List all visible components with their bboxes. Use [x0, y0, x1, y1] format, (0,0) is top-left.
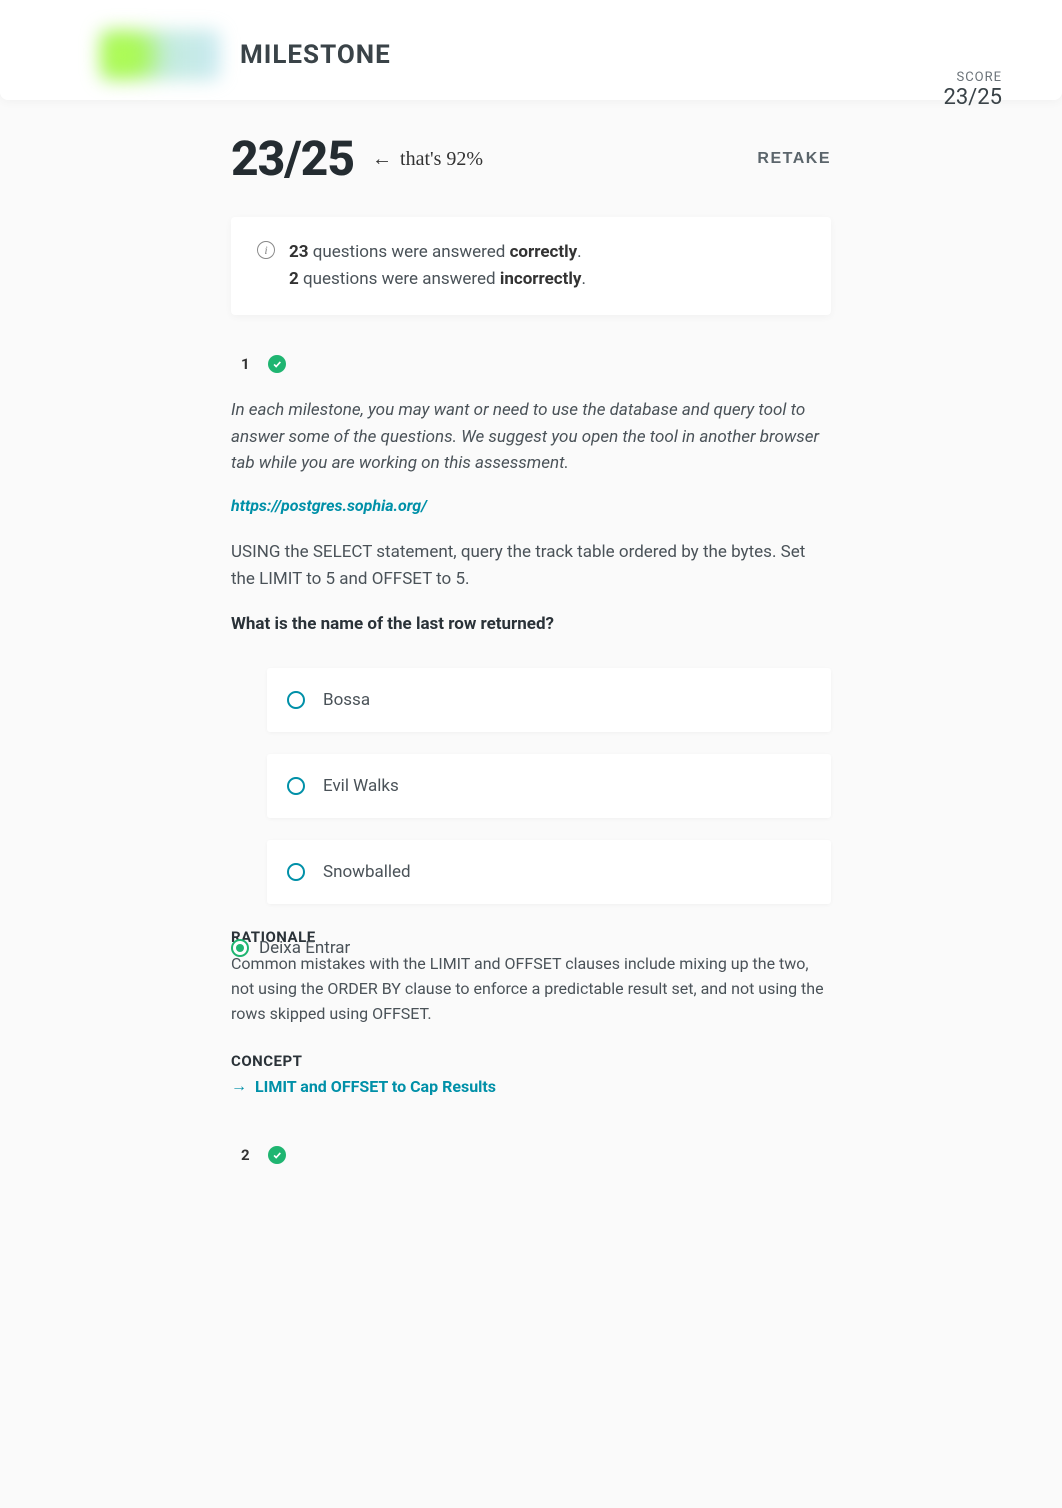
concept-link[interactable]: → LIMIT and OFFSET to Cap Results — [231, 1076, 831, 1096]
answer-label: Bossa — [323, 690, 370, 710]
answer-option-evil-walks[interactable]: Evil Walks — [267, 754, 831, 818]
question-2-header: 2 — [231, 1146, 831, 1164]
score-value: 23/25 — [943, 85, 1002, 110]
correct-badge-icon — [268, 355, 286, 373]
answer-label: Evil Walks — [323, 776, 399, 796]
rationale-section: RATIONALE Deixa Entrar Common mistakes w… — [231, 928, 831, 1026]
logo-blur — [100, 30, 220, 80]
correct-answer-overlay: Deixa Entrar — [231, 938, 350, 958]
big-score: 23/25 — [231, 130, 354, 187]
score-block: SCORE 23/25 — [943, 70, 1002, 110]
thats-text: that's 92% — [400, 148, 483, 170]
rationale-text: Common mistakes with the LIMIT and OFFSE… — [231, 952, 831, 1026]
correct-badge-icon — [268, 1146, 286, 1164]
score-label: SCORE — [943, 70, 1002, 85]
correct-count: 23 — [289, 242, 309, 262]
concept-section: CONCEPT → LIMIT and OFFSET to Cap Result… — [231, 1052, 831, 1096]
question-1-header: 1 — [231, 355, 831, 373]
question-number: 2 — [241, 1146, 250, 1164]
instruction-text: In each milestone, you may want or need … — [231, 397, 831, 476]
concept-link-text: LIMIT and OFFSET to Cap Results — [255, 1077, 496, 1096]
summary-box: i 23 questions were answered correctly. … — [231, 217, 831, 315]
arrow-right-icon: → — [231, 1076, 247, 1096]
question-prompt: What is the name of the last row returne… — [231, 614, 831, 634]
question-body: USING the SELECT statement, query the tr… — [231, 539, 831, 592]
correct-answer-text: Deixa Entrar — [259, 938, 350, 958]
answer-list: Bossa Evil Walks Snowballed — [231, 668, 831, 904]
answer-option-snowballed[interactable]: Snowballed — [267, 840, 831, 904]
radio-selected-icon — [231, 939, 249, 957]
header-top: MILESTONE — [100, 30, 1002, 80]
summary-text: 23 questions were answered correctly. 2 … — [289, 239, 586, 293]
answer-label: Snowballed — [323, 862, 411, 882]
summary-bold2: incorrectly — [500, 269, 582, 289]
thats-percent: ← that's 92% — [372, 146, 483, 171]
page-title: MILESTONE — [240, 40, 391, 70]
summary-mid1: questions were answered — [309, 242, 510, 262]
radio-icon — [287, 863, 305, 881]
database-link[interactable]: https://postgres.sophia.org/ — [231, 496, 831, 515]
summary-bold1: correctly — [510, 242, 578, 262]
radio-icon — [287, 777, 305, 795]
retake-button[interactable]: RETAKE — [757, 150, 831, 168]
header-bar: MILESTONE SCORE 23/25 — [0, 0, 1062, 100]
content: 23/25 ← that's 92% RETAKE i 23 questions… — [181, 130, 881, 1248]
incorrect-count: 2 — [289, 269, 299, 289]
radio-icon — [287, 691, 305, 709]
question-number: 1 — [241, 355, 250, 373]
answer-option-bossa[interactable]: Bossa — [267, 668, 831, 732]
arrow-left-icon: ← — [372, 146, 392, 170]
score-row: 23/25 ← that's 92% RETAKE — [231, 130, 831, 187]
concept-label: CONCEPT — [231, 1052, 831, 1070]
info-icon: i — [257, 241, 275, 259]
summary-mid2: questions were answered — [299, 269, 500, 289]
